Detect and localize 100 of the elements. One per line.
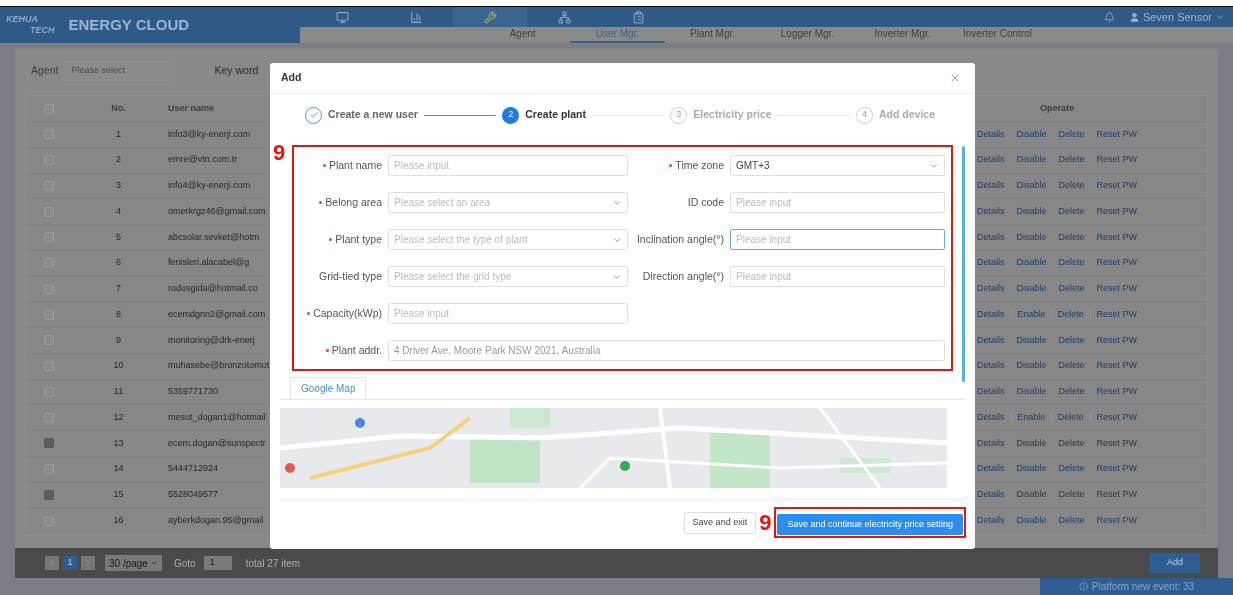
save-continue-button[interactable]: Save and continue electricity price setting xyxy=(777,514,963,536)
table-cell: 14 xyxy=(113,462,124,476)
table-cell: muhasebe@bronzotomot xyxy=(168,359,270,373)
action-link[interactable]: Disable xyxy=(1016,282,1047,296)
action-link[interactable]: Reset PW xyxy=(1096,307,1137,322)
event-banner[interactable]: Platform new event: 33 xyxy=(1040,578,1233,595)
column-header: Operate xyxy=(1040,101,1074,115)
action-link[interactable]: Delete xyxy=(1058,179,1085,193)
action-link[interactable]: Delete xyxy=(1058,282,1085,296)
nav-tab[interactable]: Logger Mgr. xyxy=(760,27,855,43)
table-cell-text: 12 xyxy=(113,410,124,424)
action-link[interactable]: Reset PW xyxy=(1096,333,1138,348)
action-link[interactable]: Details xyxy=(977,256,1005,270)
action-link[interactable]: Reset PW xyxy=(1096,204,1138,219)
field-label: Plant name xyxy=(328,157,382,173)
agent-select[interactable]: Please select xyxy=(64,61,175,81)
input-field[interactable]: Please input xyxy=(730,192,945,213)
table-cell-text: 1 xyxy=(116,127,121,141)
nav-tab[interactable]: Inverter Mgr. xyxy=(855,27,950,43)
action-link[interactable]: Delete xyxy=(1058,462,1085,476)
goto-field[interactable]: 1 xyxy=(203,556,232,570)
action-link[interactable]: Details xyxy=(977,385,1005,399)
field-label: Time zone xyxy=(675,157,724,173)
action-link[interactable]: Delete xyxy=(1058,333,1085,348)
action-link[interactable]: Delete xyxy=(1058,256,1085,270)
action-link[interactable]: Disable xyxy=(1016,230,1047,245)
action-link[interactable]: Delete xyxy=(1058,230,1085,245)
action-link[interactable]: Delete xyxy=(1058,153,1085,167)
action-link[interactable]: Reset PW xyxy=(1096,230,1138,245)
table-cell: rodosgida@hotmail.co xyxy=(168,282,258,296)
action-link[interactable]: Details xyxy=(977,204,1005,219)
nav-tab[interactable]: Inverter Control xyxy=(950,27,1045,43)
action-link[interactable]: Details xyxy=(977,359,1005,373)
action-link[interactable]: Reset PW xyxy=(1096,256,1138,270)
action-link[interactable]: Details xyxy=(977,307,1005,322)
action-link[interactable]: Details xyxy=(977,230,1005,245)
action-link[interactable]: Disable xyxy=(1016,204,1047,219)
map-tab[interactable]: Google Map xyxy=(290,377,367,399)
action-link[interactable]: Disable xyxy=(1016,462,1047,476)
table-cell: 5359771730 xyxy=(168,385,219,399)
action-link[interactable]: Enable xyxy=(1017,307,1046,322)
action-link[interactable]: Delete xyxy=(1058,127,1085,142)
action-link[interactable]: Disable xyxy=(1016,385,1047,399)
action-link[interactable]: Disable xyxy=(1016,359,1047,373)
action-link[interactable]: Disable xyxy=(1016,256,1047,270)
select-field[interactable]: Please select the grid type xyxy=(388,266,628,287)
input-field[interactable]: Please input xyxy=(730,266,945,287)
table-cell: emre@vtn.com.tr xyxy=(168,153,238,167)
next-page-button[interactable] xyxy=(81,556,95,570)
select-field[interactable]: Please select an area xyxy=(388,192,628,213)
action-link[interactable]: Delete xyxy=(1058,513,1085,528)
action-link[interactable]: Delete xyxy=(1058,359,1085,373)
action-link[interactable]: Details xyxy=(977,410,1005,425)
action-link[interactable]: Disable xyxy=(1016,513,1047,528)
page-button[interactable]: 1 xyxy=(63,556,77,570)
action-link[interactable]: Enable xyxy=(1017,410,1046,425)
action-link[interactable]: Reset PW xyxy=(1096,513,1138,528)
module-tab[interactable] xyxy=(453,7,527,27)
action-link[interactable]: Delete xyxy=(1057,307,1084,322)
action-link[interactable]: Details xyxy=(977,282,1005,296)
action-link[interactable]: Delete xyxy=(1058,204,1085,219)
action-link[interactable]: Reset PW xyxy=(1096,153,1138,167)
table-cell: fenisleri.alacabel@g xyxy=(168,256,250,270)
select-field[interactable]: Please select the type of plant xyxy=(388,229,628,250)
sitemap-icon xyxy=(557,10,571,24)
action-link[interactable]: Details xyxy=(977,333,1005,348)
action-link[interactable]: Details xyxy=(977,179,1005,193)
nav-tab[interactable]: Agent xyxy=(475,27,570,43)
action-link[interactable]: Disable xyxy=(1016,179,1047,193)
action-link[interactable]: Details xyxy=(977,153,1005,167)
bell-icon[interactable] xyxy=(1103,11,1115,23)
action-link[interactable]: Reset PW xyxy=(1096,179,1138,193)
action-link[interactable]: Reset PW xyxy=(1096,359,1138,373)
action-link[interactable]: Reset PW xyxy=(1096,385,1138,399)
user-menu[interactable]: Seven Sensor xyxy=(1128,8,1225,26)
action-link[interactable]: Reset PW xyxy=(1096,282,1138,296)
nav-tab[interactable]: Plant Mgr. xyxy=(665,27,760,43)
table-cell-text: omerkrgz46@gmail.com xyxy=(168,204,266,218)
page-size-select[interactable]: 30 /page xyxy=(105,555,162,571)
input-field[interactable]: Please input xyxy=(388,303,628,324)
action-link[interactable]: Details xyxy=(977,462,1005,476)
action-link[interactable]: Reset PW xyxy=(1096,462,1138,476)
save-exit-button[interactable]: Save and exit xyxy=(683,511,757,534)
add-button[interactable]: Add xyxy=(1150,553,1200,573)
prev-page-button[interactable] xyxy=(45,556,59,570)
action-link[interactable]: Disable xyxy=(1016,153,1047,167)
action-link[interactable]: Delete xyxy=(1058,385,1085,399)
input-field[interactable]: Please input xyxy=(730,229,945,250)
input-field[interactable]: 4 Driver Ave, Moore Park NSW 2021, Australia xyxy=(388,340,945,361)
action-link[interactable]: Delete xyxy=(1057,410,1084,425)
action-link[interactable]: Disable xyxy=(1016,333,1047,348)
input-field[interactable]: Please input xyxy=(388,155,628,176)
select-field[interactable]: GMT+3 xyxy=(730,155,945,176)
action-link[interactable]: Details xyxy=(977,127,1005,142)
action-link[interactable]: Reset PW xyxy=(1096,410,1137,425)
step-number: 4 xyxy=(855,106,873,124)
action-link[interactable]: Disable xyxy=(1016,127,1047,142)
close-icon[interactable] xyxy=(949,72,961,84)
action-link[interactable]: Reset PW xyxy=(1096,127,1138,142)
action-link[interactable]: Details xyxy=(977,513,1005,528)
